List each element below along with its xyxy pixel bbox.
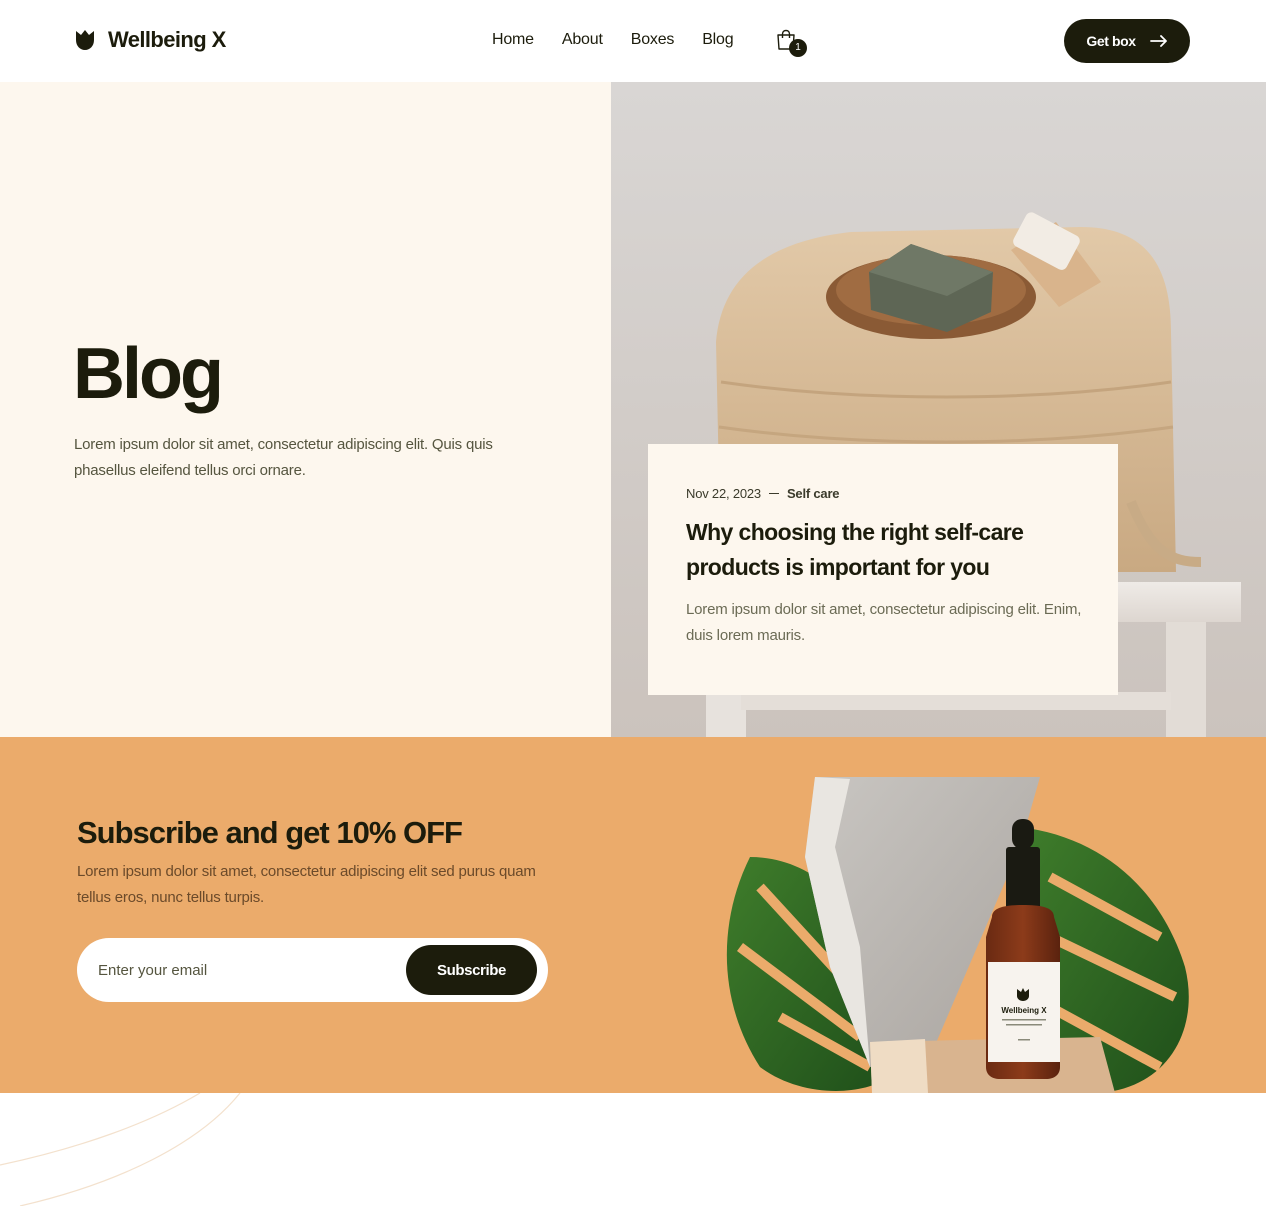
post-category[interactable]: Self care: [787, 486, 840, 501]
meta-separator: [768, 493, 779, 494]
nav-boxes-link[interactable]: Boxes: [631, 31, 675, 49]
get-box-label: Get box: [1086, 33, 1136, 49]
subscribe-form: Subscribe: [77, 938, 548, 1002]
subscribe-section: Subscribe and get 10% OFF Lorem ipsum do…: [0, 737, 1266, 1093]
cart-count-badge: 1: [789, 39, 807, 57]
nav-home-link[interactable]: Home: [492, 31, 534, 49]
post-excerpt: Lorem ipsum dolor sit amet, consectetur …: [686, 601, 1082, 644]
main-menu: Home About Boxes Blog: [492, 31, 734, 49]
cart-button[interactable]: 1: [776, 29, 808, 57]
top-navigation: Wellbeing X Home About Boxes Blog 1 Get …: [0, 0, 1266, 82]
post-title[interactable]: Why choosing the right self-care product…: [686, 515, 1082, 585]
subscribe-description: Lorem ipsum dolor sit amet, consectetur …: [77, 863, 536, 906]
brand-logo[interactable]: Wellbeing X: [75, 27, 226, 53]
bottle-label: Wellbeing X: [1001, 1006, 1047, 1015]
nav-about-link[interactable]: About: [562, 31, 603, 49]
brand-name: Wellbeing X: [108, 27, 226, 52]
nav-blog-link[interactable]: Blog: [702, 31, 733, 49]
footer-decoration: [0, 1093, 1266, 1206]
subscribe-button[interactable]: Subscribe: [406, 945, 537, 995]
post-date: Nov 22, 2023: [686, 486, 761, 501]
email-input[interactable]: [98, 958, 388, 982]
post-meta: Nov 22, 2023 Self care: [686, 486, 1080, 501]
tulip-logo-icon: [76, 30, 94, 50]
featured-post-card[interactable]: Nov 22, 2023 Self care Why choosing the …: [648, 444, 1118, 695]
arrow-right-icon: [1149, 35, 1167, 47]
hero-description: Lorem ipsum dolor sit amet, consectetur …: [74, 436, 493, 479]
page-title: Blog: [73, 334, 224, 414]
get-box-button[interactable]: Get box: [1064, 19, 1190, 63]
subscribe-title: Subscribe and get 10% OFF: [77, 815, 463, 850]
product-illustration: Wellbeing X: [726, 777, 1189, 1093]
